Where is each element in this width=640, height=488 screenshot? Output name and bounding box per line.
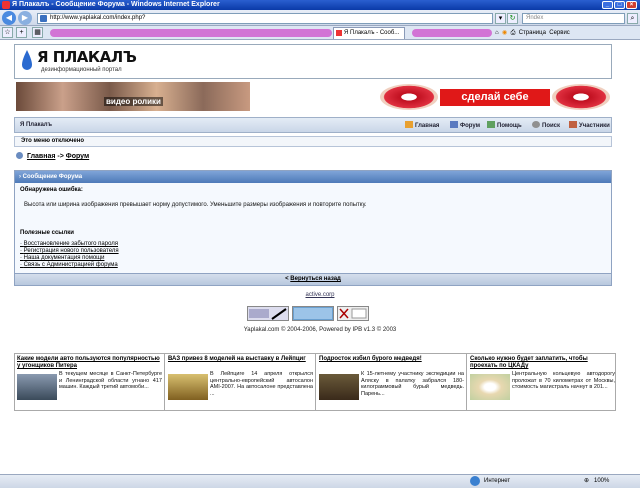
home-icon [405, 121, 413, 128]
nav-help[interactable]: Помощь [487, 121, 522, 129]
window-title: Я Плакалъ - Сообщение Форума - Windows I… [12, 1, 220, 8]
news-text: В текущем месяце в Санкт-Петербурге и Ле… [59, 371, 162, 390]
car-image-icon[interactable] [17, 374, 57, 400]
news-title[interactable]: Какие модели авто пользуются популярност… [17, 356, 163, 370]
zoom-level[interactable]: 100% [594, 475, 609, 488]
counter-graph-icon [249, 308, 287, 320]
activecorp-link[interactable]: active.corp [0, 292, 640, 298]
counter-graph-icon [294, 308, 332, 319]
banner-ad[interactable]: сделай себе [378, 82, 612, 111]
window-titlebar: Я Плакалъ - Сообщение Форума - Windows I… [0, 0, 640, 10]
tab-bar: ☆ + ▦ Я Плакалъ - Сооб... ⌂ ◉ ⎙ Страница… [0, 26, 640, 40]
news-title[interactable]: ВАЗ привез 8 моделей на выставку в Лейпц… [168, 356, 314, 363]
print-icon[interactable]: ⎙ [511, 30, 516, 36]
nav-forum[interactable]: Форум [450, 121, 480, 129]
address-field[interactable]: http://www.yaplakal.com/index.php? [37, 13, 493, 24]
lips-image-icon [380, 84, 438, 110]
home-icon[interactable]: ⌂ [495, 30, 499, 36]
news-title[interactable]: Сколько нужно будет заплатить, чтобы про… [470, 356, 616, 370]
forum-message-box: › Сообщение Форума Обнаружена ошибка: Вы… [14, 170, 612, 286]
address-dropdown-button[interactable]: ▾ [495, 13, 506, 24]
back-link[interactable]: < Вернуться назад [15, 273, 611, 285]
banner-video-text: видео ролики [104, 97, 163, 106]
breadcrumb-home[interactable]: Главная [27, 153, 55, 160]
logo-title[interactable]: Я ПЛАКАЛЪ [37, 48, 137, 66]
status-bar: Интернет 100% ⊕ [0, 474, 640, 488]
link-register[interactable]: · Регистрация нового пользователя [20, 248, 119, 254]
bear-image-icon[interactable] [319, 374, 359, 400]
counter-badge[interactable] [337, 306, 369, 321]
command-bar: ⌂ ◉ ⎙ Страница Сервис [495, 28, 570, 38]
status-zone: Интернет [484, 478, 511, 484]
breadcrumb-icon [16, 152, 23, 159]
link-help-docs[interactable]: · Наша документация помощи [20, 255, 104, 261]
breadcrumb: Главная -> Форум [16, 152, 89, 161]
news-item: Подросток избил бурого медведя! К 15-лет… [317, 354, 467, 410]
counter-cross-icon [339, 308, 367, 319]
news-item: ВАЗ привез 8 моделей на выставку в Лейпц… [166, 354, 316, 410]
menu-disabled-notice: Это меню отключено [14, 136, 612, 147]
quick-tabs-icon[interactable]: ▦ [32, 27, 43, 38]
breadcrumb-forum[interactable]: Форум [66, 153, 89, 160]
tear-drop-logo-icon [22, 50, 32, 70]
back-button[interactable]: ◀ [2, 11, 16, 25]
copyright: Yaplakal.com © 2004-2006, Powered by IPB… [243, 327, 397, 333]
redacted-area [50, 29, 332, 37]
internet-globe-icon [470, 476, 480, 486]
close-button[interactable]: × [626, 1, 637, 9]
counter-badge[interactable] [292, 306, 334, 321]
maximize-button[interactable]: □ [614, 1, 625, 9]
news-text: К 15-летнему участнику экспедиции на Аля… [361, 371, 464, 397]
address-toolbar: ◀ ▶ http://www.yaplakal.com/index.php? ▾… [0, 10, 640, 26]
favorites-star-icon[interactable]: ☆ [2, 27, 13, 38]
site-header: Я ПЛАКАЛЪ дезинформационный портал [14, 44, 612, 79]
message-header: › Сообщение Форума [15, 171, 611, 183]
news-block: Какие модели авто пользуются популярност… [14, 353, 616, 411]
tools-menu[interactable]: Сервис [549, 30, 570, 36]
banner-ad-text: сделай себе [440, 89, 550, 106]
map-image-icon[interactable] [470, 374, 510, 400]
car-image-icon[interactable] [168, 374, 208, 400]
forward-button[interactable]: ▶ [18, 11, 32, 25]
useful-links-title: Полезные ссылки [20, 230, 74, 236]
news-text: Центральную кольцевую автодорогу проложа… [512, 371, 615, 390]
counter-badge[interactable] [247, 306, 289, 321]
minimize-button[interactable]: _ [602, 1, 613, 9]
members-icon [569, 121, 577, 128]
logo-subtitle: дезинформационный портал [41, 67, 122, 73]
ie-icon [2, 1, 10, 9]
lips-image-icon [552, 84, 610, 110]
add-favorites-icon[interactable]: + [16, 27, 27, 38]
tab-yaplakal[interactable]: Я Плакалъ - Сооб... [333, 27, 405, 39]
forum-navbar: Я Плакалъ Главная Форум Помощь Поиск Уча… [14, 117, 612, 133]
page-favicon [40, 15, 47, 22]
news-item: Сколько нужно будет заплатить, чтобы про… [468, 354, 618, 410]
search-input[interactable]: Яndex [522, 13, 625, 24]
banner-video[interactable]: видео ролики [16, 82, 250, 111]
redacted-area [412, 29, 492, 37]
news-text: В Лейпциге 14 апреля открылся центрально… [210, 371, 313, 397]
nav-search[interactable]: Поиск [532, 121, 560, 129]
forum-icon [450, 121, 458, 128]
link-contact-admin[interactable]: · Связь с Администрацией форума [20, 262, 118, 268]
nav-home[interactable]: Главная [405, 121, 439, 129]
nav-members[interactable]: Участники [569, 121, 610, 129]
news-item: Какие модели авто пользуются популярност… [15, 354, 165, 410]
search-go-icon[interactable]: ⌕ [627, 13, 638, 24]
error-text: Высота или ширина изображения превышает … [24, 202, 367, 208]
zoom-icon[interactable]: ⊕ [584, 475, 589, 488]
feeds-icon[interactable]: ◉ [502, 30, 507, 36]
tab-favicon [336, 30, 342, 36]
page-menu[interactable]: Страница [519, 30, 546, 36]
link-restore-password[interactable]: · Восстановление забытого пароля [20, 241, 118, 247]
help-icon [487, 121, 495, 128]
search-icon [532, 121, 540, 128]
refresh-button[interactable]: ↻ [507, 13, 518, 24]
error-title: Обнаружена ошибка: [20, 187, 83, 193]
news-title[interactable]: Подросток избил бурого медведя! [319, 356, 465, 363]
nav-brand[interactable]: Я Плакалъ [20, 122, 52, 128]
